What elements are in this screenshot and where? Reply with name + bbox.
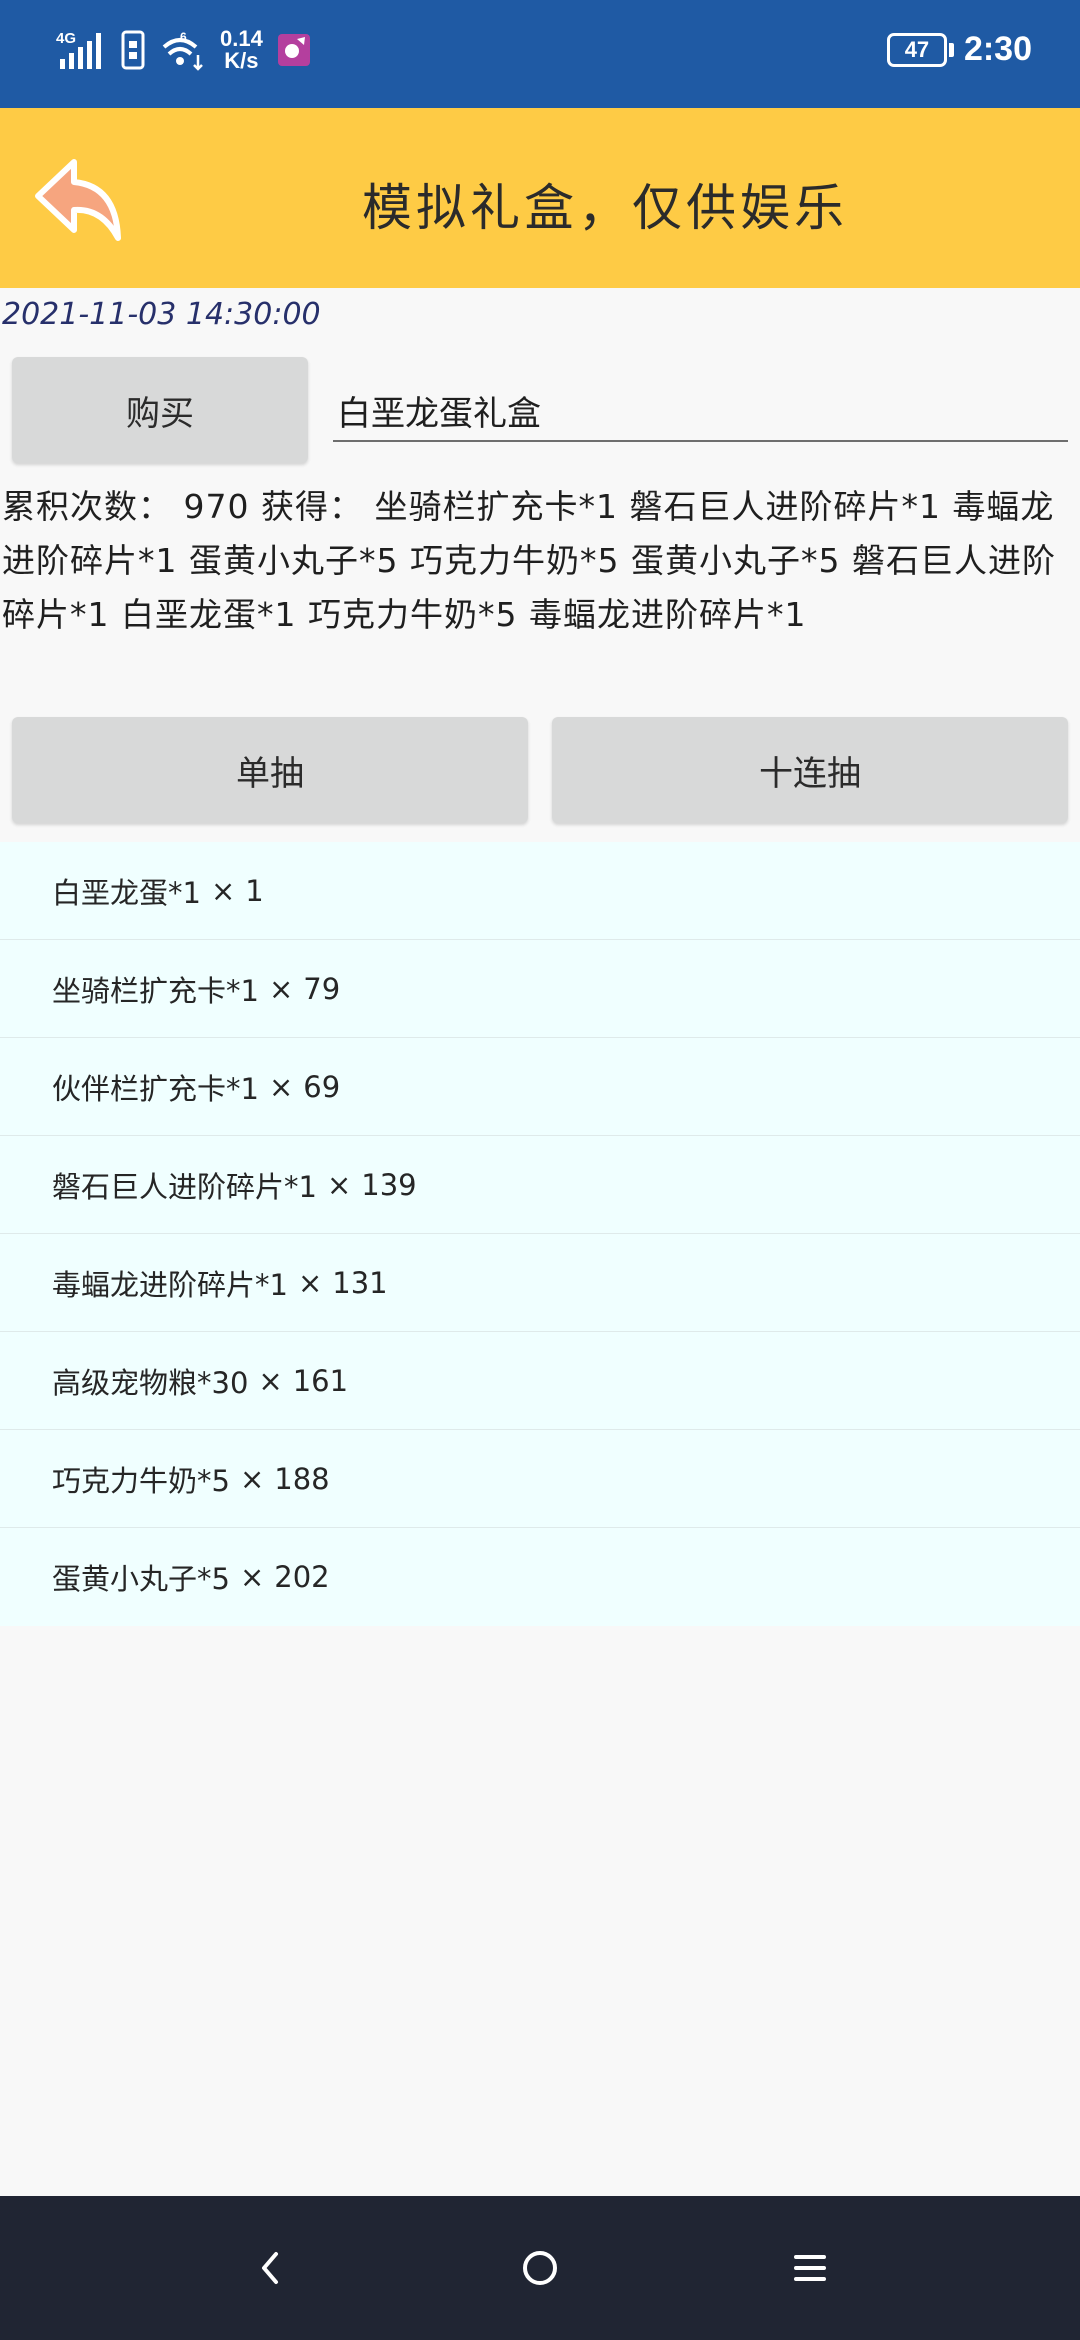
result-separator: ×	[258, 1363, 283, 1398]
list-item[interactable]: 坐骑栏扩充卡*1 × 79	[0, 940, 1080, 1038]
page-title: 模拟礼盒，仅供娱乐	[362, 179, 848, 237]
buy-button[interactable]: 购买	[12, 357, 308, 463]
status-right: 47 2:30	[886, 30, 1032, 69]
status-bar: 4G 6 0.14 K/s 47 2:30	[0, 0, 1080, 108]
result-item-count: 188	[274, 1461, 330, 1496]
nav-back-button[interactable]	[240, 2238, 300, 2298]
single-draw-button[interactable]: 单抽	[12, 717, 528, 823]
timestamp-label: 2021-11-03 14:30:00	[2, 297, 321, 332]
result-separator: ×	[326, 1167, 352, 1202]
list-item[interactable]: 磐石巨人进阶碎片*1 × 139	[0, 1136, 1080, 1234]
system-nav-bar	[0, 2196, 1080, 2340]
network-type-label: 4G	[56, 30, 76, 47]
list-item[interactable]: 蛋黄小丸子*5 × 202	[0, 1528, 1080, 1626]
results-list: 白垩龙蛋*1 × 1 坐骑栏扩充卡*1 × 79 伙伴栏扩充卡*1 × 69 磐…	[0, 842, 1080, 1626]
app-screen: 4G 6 0.14 K/s 47 2:30 模拟礼盒，仅供娱乐 2021-11-…	[0, 0, 1080, 2340]
ten-draw-button[interactable]: 十连抽	[552, 717, 1068, 823]
app-header: 模拟礼盒，仅供娱乐	[0, 108, 1080, 288]
nav-home-button[interactable]	[510, 2238, 570, 2298]
network-speed-unit: K/s	[224, 48, 259, 73]
wifi-icon: 6	[162, 30, 203, 71]
circle-home-icon	[523, 2251, 557, 2285]
result-separator: ×	[268, 971, 294, 1006]
list-item[interactable]: 伙伴栏扩充卡*1 × 69	[0, 1038, 1080, 1136]
signal-icon: 4G	[56, 30, 101, 69]
result-item-count: 131	[332, 1265, 388, 1300]
draw-summary-text: 累积次数： 970 获得： 坐骑栏扩充卡*1 磐石巨人进阶碎片*1 毒蝠龙进阶碎…	[2, 487, 1056, 634]
chevron-left-icon	[262, 2252, 278, 2284]
list-item[interactable]: 高级宠物粮*30 × 161	[0, 1332, 1080, 1430]
hamburger-menu-icon	[794, 2255, 826, 2281]
result-separator: ×	[239, 1461, 265, 1496]
result-item-name: 蛋黄小丸子*5	[52, 1562, 230, 1596]
sim-card-icon	[121, 30, 145, 70]
result-separator: ×	[210, 873, 236, 908]
battery-icon: 47	[886, 32, 947, 67]
list-item[interactable]: 毒蝠龙进阶碎片*1 × 131	[0, 1234, 1080, 1332]
network-speed-value: 0.14	[220, 26, 263, 51]
status-time: 2:30	[963, 30, 1032, 68]
nav-menu-button[interactable]	[780, 2238, 840, 2298]
result-separator: ×	[239, 1560, 265, 1594]
list-item[interactable]: 白垩龙蛋*1 × 1	[0, 842, 1080, 940]
result-item-name: 白垩龙蛋*1	[52, 875, 201, 910]
battery-level: 47	[904, 36, 930, 62]
result-item-count: 202	[274, 1560, 330, 1594]
result-item-count: 69	[303, 1069, 341, 1104]
network-speed: 0.14 K/s	[220, 28, 263, 72]
giftbox-name-input[interactable]	[333, 380, 1068, 442]
result-item-count: 1	[245, 873, 264, 908]
result-separator: ×	[297, 1265, 323, 1300]
result-item-name: 磐石巨人进阶碎片*1	[52, 1169, 317, 1204]
result-item-name: 高级宠物粮*30	[52, 1365, 249, 1400]
status-left: 4G 6 0.14 K/s	[56, 28, 311, 72]
list-item[interactable]: 巧克力牛奶*5 × 188	[0, 1430, 1080, 1528]
result-item-count: 139	[361, 1167, 417, 1202]
result-separator: ×	[268, 1069, 294, 1104]
result-item-count: 161	[292, 1363, 349, 1398]
result-item-name: 伙伴栏扩充卡*1	[52, 1071, 259, 1106]
battery-tip	[948, 42, 954, 57]
result-item-count: 79	[303, 971, 341, 1006]
app-notification-icon	[277, 34, 310, 66]
result-item-name: 巧克力牛奶*5	[52, 1463, 230, 1498]
result-item-name: 坐骑栏扩充卡*1	[52, 973, 259, 1008]
result-item-name: 毒蝠龙进阶碎片*1	[52, 1267, 288, 1302]
